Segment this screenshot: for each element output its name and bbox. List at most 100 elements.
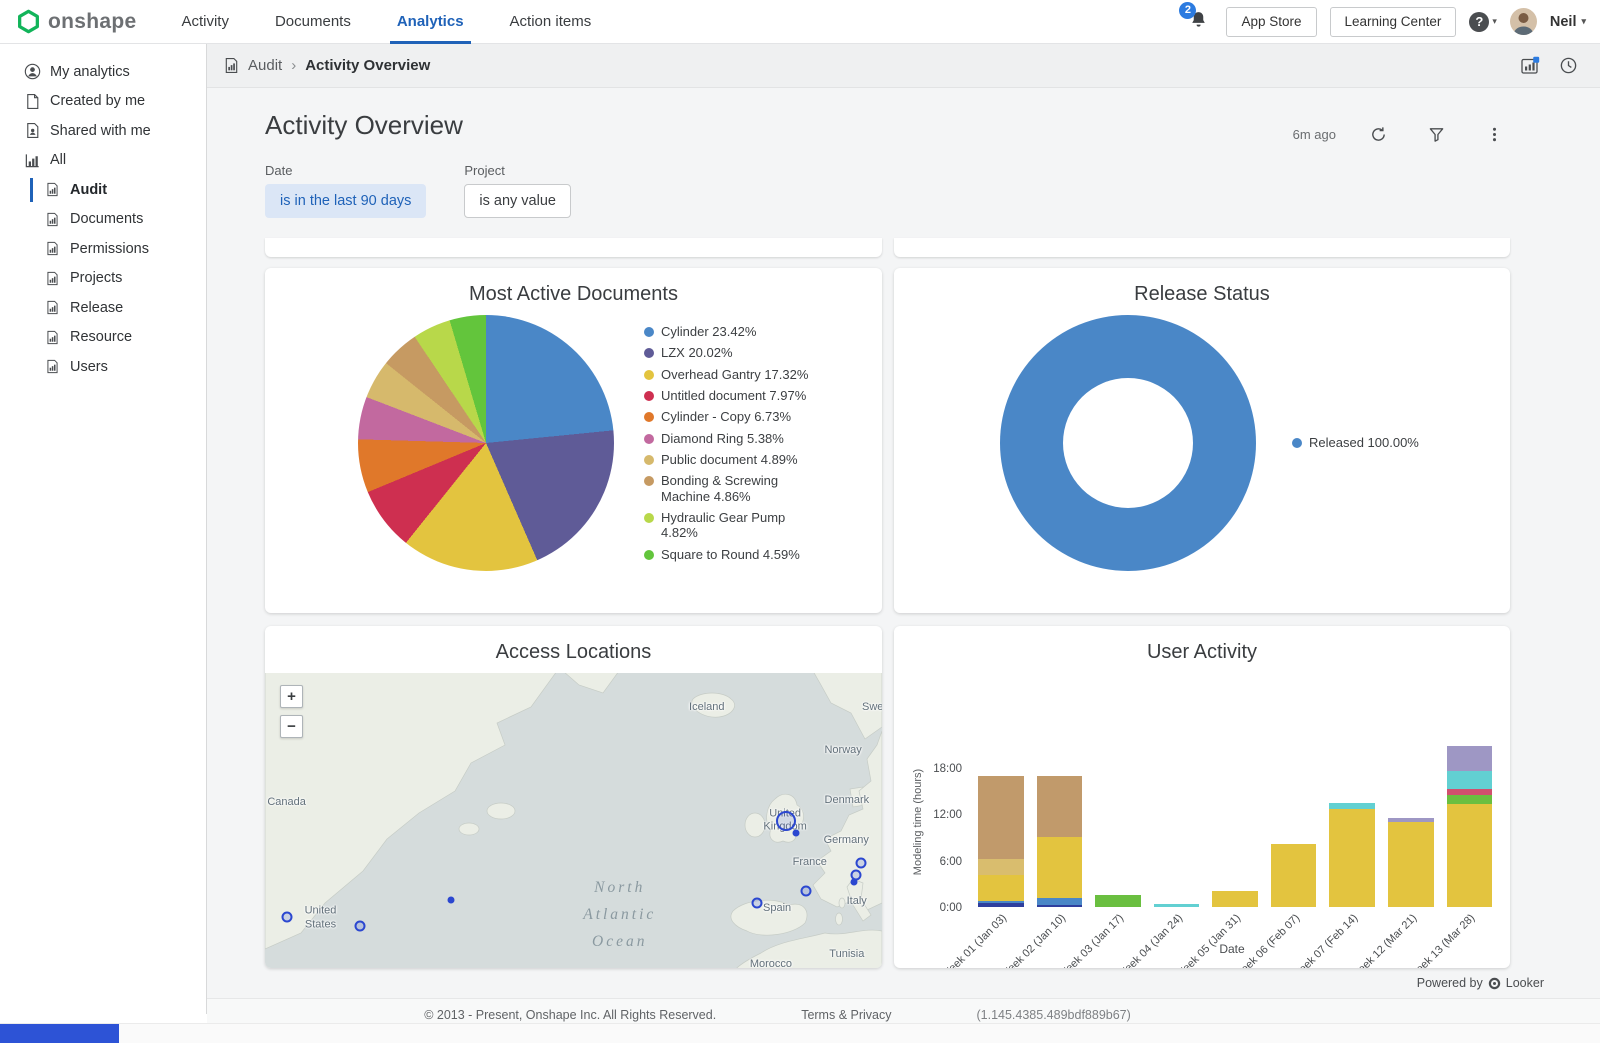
nav-item-action-items[interactable]: Action items	[487, 0, 615, 44]
x-axis-label: Week 01 (Jan 03)	[940, 912, 1010, 968]
more-options-button[interactable]	[1478, 118, 1510, 150]
pie-legend: Cylinder 23.42%LZX 20.02%Overhead Gantry…	[644, 324, 811, 562]
nav-item-activity[interactable]: Activity	[158, 0, 252, 44]
analytics-report-icon	[44, 270, 61, 287]
zoom-out-button[interactable]: −	[280, 715, 303, 738]
access-locations-map[interactable]: + − North Atlantic OceanCanadaUnited Sta…	[265, 673, 882, 968]
sidebar-item-release[interactable]: Release	[0, 293, 206, 323]
bar-segment	[978, 859, 1024, 875]
sidebar-item-documents[interactable]: Documents	[0, 205, 206, 235]
documents-pie-chart[interactable]	[358, 315, 614, 571]
legend-label: Public document 4.89%	[661, 452, 798, 467]
legend-swatch	[644, 412, 654, 422]
sidebar-item-all[interactable]: All	[0, 146, 206, 176]
bar-week-03-jan-17[interactable]: Week 03 (Jan 17)	[1095, 737, 1141, 907]
bar-week-02-jan-10[interactable]: Week 02 (Jan 10)	[1037, 737, 1083, 907]
map-marker[interactable]	[793, 829, 800, 836]
sidebar-item-shared-with-me[interactable]: Shared with me	[0, 116, 206, 146]
map-marker[interactable]	[776, 811, 796, 831]
map-zoom-controls: + −	[280, 685, 303, 738]
bar-segment	[1037, 905, 1083, 907]
y-axis-tick: 18:00	[933, 763, 962, 775]
user-activity-chart: Modeling time (hours) 0:006:0012:0018:00…	[894, 678, 1510, 968]
bar-week-06-feb-07[interactable]: Week 06 (Feb 07)	[1271, 737, 1317, 907]
analytics-report-icon	[44, 181, 61, 198]
nav-item-documents[interactable]: Documents	[252, 0, 374, 44]
bar-segment	[1388, 822, 1434, 907]
sidebar-item-permissions[interactable]: Permissions	[0, 234, 206, 264]
schedule-button[interactable]	[1552, 50, 1584, 82]
map-marker[interactable]	[751, 898, 762, 909]
nav-item-analytics[interactable]: Analytics	[374, 0, 487, 44]
terms-privacy-link[interactable]: Terms & Privacy	[801, 1008, 891, 1022]
sidebar-item-users[interactable]: Users	[0, 352, 206, 382]
sidebar-item-label: Created by me	[50, 93, 145, 109]
map-label-norway: Norway	[824, 744, 861, 758]
avatar[interactable]	[1510, 8, 1537, 35]
bar-week-01-jan-03[interactable]: Week 01 (Jan 03)	[978, 737, 1024, 907]
sidebar-item-projects[interactable]: Projects	[0, 264, 206, 294]
bar-segment	[1447, 804, 1493, 908]
notifications-button[interactable]: 2	[1184, 7, 1213, 37]
dashboard-content: Activity Overview 6m ago	[207, 88, 1600, 1043]
breadcrumb-parent[interactable]: Audit	[248, 57, 282, 74]
help-menu[interactable]: ? ▾	[1469, 12, 1497, 32]
bar-stack	[1388, 818, 1434, 907]
onshape-logo[interactable]: onshape	[16, 9, 136, 34]
sidebar-item-label: Audit	[70, 182, 107, 198]
legend-swatch	[644, 513, 654, 523]
clock-icon	[1559, 56, 1578, 75]
map-marker[interactable]	[355, 921, 366, 932]
app-store-button[interactable]: App Store	[1226, 7, 1316, 37]
scrolled-card-row	[265, 238, 1510, 257]
project-filter-chip[interactable]: is any value	[464, 184, 571, 218]
y-axis-tick: 6:00	[940, 856, 962, 868]
legend-item: Bonding & Screwing Machine 4.86%	[644, 473, 811, 504]
legend-item: Cylinder - Copy 6.73%	[644, 409, 811, 424]
zoom-in-button[interactable]: +	[280, 685, 303, 708]
breadcrumb-actions	[1514, 50, 1584, 82]
donut-legend: Released 100.00%	[1292, 435, 1419, 450]
map-marker[interactable]	[282, 911, 293, 922]
refresh-button[interactable]	[1362, 118, 1394, 150]
filters-button[interactable]	[1420, 118, 1452, 150]
breadcrumb: Audit › Activity Overview	[207, 44, 1600, 88]
legend-item: LZX 20.02%	[644, 345, 811, 360]
bar-week-05-jan-31[interactable]: Week 05 (Jan 31)	[1212, 737, 1258, 907]
bar-week-07-feb-14[interactable]: Week 07 (Feb 14)	[1329, 737, 1375, 907]
onshape-analytics-app: onshape ActivityDocumentsAnalyticsAction…	[0, 0, 1600, 1043]
analytics-report-icon	[44, 211, 61, 228]
map-marker[interactable]	[851, 878, 858, 885]
sidebar-item-label: Documents	[70, 211, 143, 227]
filter-bar: Date is in the last 90 days Project is a…	[265, 163, 1510, 218]
learning-center-button[interactable]: Learning Center	[1330, 7, 1457, 37]
bar-segment	[978, 875, 1024, 901]
map-marker[interactable]	[447, 897, 454, 904]
date-filter-chip[interactable]: is in the last 90 days	[265, 184, 426, 218]
bar-segment	[1037, 898, 1083, 905]
horizontal-scrollbar-thumb[interactable]	[0, 1024, 119, 1043]
legend-item: Cylinder 23.42%	[644, 324, 811, 339]
sidebar-item-my-analytics[interactable]: My analytics	[0, 57, 206, 87]
bar-week-04-jan-24[interactable]: Week 04 (Jan 24)	[1154, 737, 1200, 907]
sidebar-item-created-by-me[interactable]: Created by me	[0, 87, 206, 117]
bar-week-12-mar-21[interactable]: Week 12 (Mar 21)	[1388, 737, 1434, 907]
donut-chart-area: Released 100.00%	[894, 315, 1510, 571]
user-menu[interactable]: Neil ▾	[1550, 14, 1586, 30]
sidebar-item-audit[interactable]: Audit	[0, 175, 206, 205]
map-label-swe: Swe	[862, 702, 882, 716]
sidebar-item-resource[interactable]: Resource	[0, 323, 206, 353]
legend-label: Square to Round 4.59%	[661, 547, 800, 562]
map-label-tunisia: Tunisia	[829, 948, 864, 962]
map-marker[interactable]	[801, 886, 812, 897]
release-donut-chart[interactable]	[1000, 315, 1256, 571]
powered-by-looker-link[interactable]: Powered by Looker	[265, 976, 1544, 990]
map-label-canada: Canada	[267, 796, 306, 810]
bar-chart-icon	[24, 152, 41, 169]
analytics-report-icon	[44, 240, 61, 257]
bar-week-13-mar-28[interactable]: Week 13 (Mar 28)	[1447, 737, 1493, 907]
looker-text: Looker	[1506, 976, 1544, 990]
bar-segment	[1447, 795, 1493, 804]
dashboards-button[interactable]	[1514, 50, 1546, 82]
map-marker[interactable]	[856, 857, 867, 868]
